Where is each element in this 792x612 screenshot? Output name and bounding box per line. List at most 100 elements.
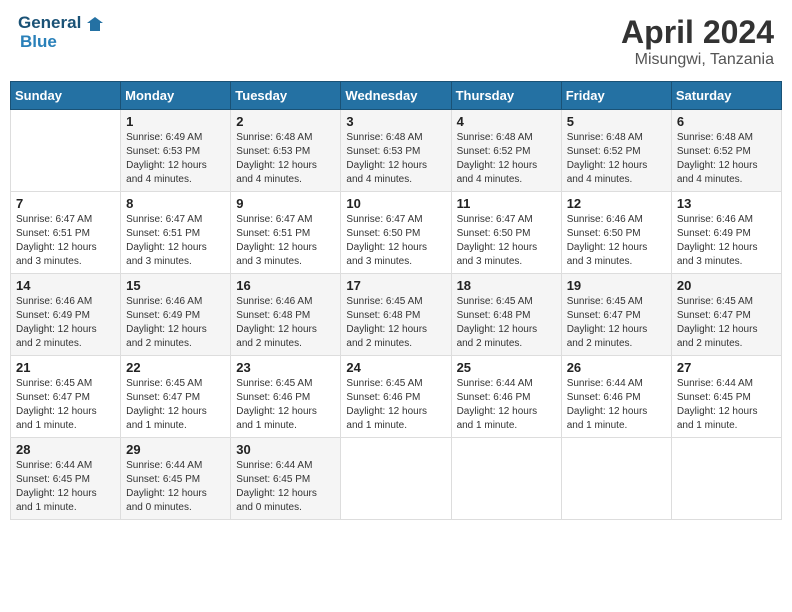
day-number: 22 [126,360,225,375]
day-info: Sunrise: 6:45 AM Sunset: 6:47 PM Dayligh… [567,295,666,351]
calendar-week-row: 28 Sunrise: 6:44 AM Sunset: 6:45 PM Dayli… [11,438,782,520]
calendar-cell [561,438,671,520]
day-info: Sunrise: 6:44 AM Sunset: 6:46 PM Dayligh… [567,377,666,433]
day-number: 4 [457,114,556,129]
day-number: 14 [16,278,115,293]
calendar-cell: 27Sunrise: 6:44 AM Sunset: 6:45 PM Dayli… [671,356,781,438]
day-info: Sunrise: 6:45 AM Sunset: 6:48 PM Dayligh… [346,295,445,351]
day-info: Sunrise: 6:48 AM Sunset: 6:52 PM Dayligh… [677,131,776,187]
logo: General Blue [18,14,104,51]
day-number: 25 [457,360,556,375]
day-info: Sunrise: 6:44 AM Sunset: 6:45 PM Dayligh… [126,459,225,515]
day-info: Sunrise: 6:46 AM Sunset: 6:49 PM Dayligh… [677,213,776,269]
day-number: 18 [457,278,556,293]
calendar-cell: 17 Sunrise: 6:45 AM Sunset: 6:48 PM Dayli… [341,274,451,356]
calendar-cell: 9Sunrise: 6:47 AM Sunset: 6:51 PM Daylig… [231,192,341,274]
day-number: 11 [457,196,556,211]
day-number: 24 [346,360,445,375]
calendar-cell [671,438,781,520]
calendar-cell: 14Sunrise: 6:46 AM Sunset: 6:49 PM Dayli… [11,274,121,356]
day-info: Sunrise: 6:44 AM Sunset: 6:45 PM Dayligh… [677,377,776,433]
day-info: Sunrise: 6:46 AM Sunset: 6:50 PM Dayligh… [567,213,666,269]
day-number: 21 [16,360,115,375]
calendar-cell: 19 Sunrise: 6:45 AM Sunset: 6:47 PM Dayli… [561,274,671,356]
day-number: 1 [126,114,225,129]
header-wednesday: Wednesday [341,82,451,110]
calendar-week-row: 14 Sunrise: 6:46 AM Sunset: 6:49 PM Dayli… [11,274,782,356]
calendar-title: April 2024 [621,14,774,51]
calendar-cell: 26 Sunrise: 6:44 AM Sunset: 6:46 PM Dayli… [561,356,671,438]
day-number: 8 [126,196,225,211]
calendar-cell: 24 Sunrise: 6:45 AM Sunset: 6:46 PM Dayli… [341,356,451,438]
day-info: Sunrise: 6:48 AM Sunset: 6:53 PM Dayligh… [236,131,335,187]
calendar-cell: 23Sunrise: 6:45 AM Sunset: 6:46 PM Dayli… [231,356,341,438]
calendar-cell: 15 Sunrise: 6:46 AM Sunset: 6:49 PM Dayli… [121,274,231,356]
calendar-cell: 10 Sunrise: 6:47 AM Sunset: 6:50 PM Dayli… [341,192,451,274]
calendar-header-row: Sunday Monday Tuesday Wednesday Thursday… [11,82,782,110]
calendar-cell: 6 Sunrise: 6:48 AM Sunset: 6:52 PM Daylig… [671,110,781,192]
day-info: Sunrise: 6:45 AM Sunset: 6:47 PM Dayligh… [677,295,776,351]
calendar-cell: 3 Sunrise: 6:48 AM Sunset: 6:53 PM Daylig… [341,110,451,192]
calendar-cell: 22 Sunrise: 6:45 AM Sunset: 6:47 PM Dayli… [121,356,231,438]
day-number: 16 [236,278,335,293]
calendar-subtitle: Misungwi, Tanzania [621,51,774,69]
day-info: Sunrise: 6:45 AM Sunset: 6:47 PM Dayligh… [126,377,225,433]
day-number: 17 [346,278,445,293]
calendar-cell: 25Sunrise: 6:44 AM Sunset: 6:46 PM Dayli… [451,356,561,438]
calendar-cell: 2Sunrise: 6:48 AM Sunset: 6:53 PM Daylig… [231,110,341,192]
day-info: Sunrise: 6:48 AM Sunset: 6:52 PM Dayligh… [457,131,556,187]
day-number: 13 [677,196,776,211]
day-info: Sunrise: 6:48 AM Sunset: 6:53 PM Dayligh… [346,131,445,187]
header-sunday: Sunday [11,82,121,110]
calendar-cell [11,110,121,192]
day-info: Sunrise: 6:45 AM Sunset: 6:48 PM Dayligh… [457,295,556,351]
day-number: 29 [126,442,225,457]
header-friday: Friday [561,82,671,110]
day-info: Sunrise: 6:46 AM Sunset: 6:49 PM Dayligh… [126,295,225,351]
day-info: Sunrise: 6:49 AM Sunset: 6:53 PM Dayligh… [126,131,225,187]
day-info: Sunrise: 6:48 AM Sunset: 6:52 PM Dayligh… [567,131,666,187]
day-number: 19 [567,278,666,293]
calendar-cell: 28 Sunrise: 6:44 AM Sunset: 6:45 PM Dayli… [11,438,121,520]
calendar-cell: 29 Sunrise: 6:44 AM Sunset: 6:45 PM Dayli… [121,438,231,520]
calendar-cell: 18 Sunrise: 6:45 AM Sunset: 6:48 PM Dayli… [451,274,561,356]
day-number: 6 [677,114,776,129]
day-info: Sunrise: 6:45 AM Sunset: 6:47 PM Dayligh… [16,377,115,433]
calendar-cell [451,438,561,520]
day-info: Sunrise: 6:47 AM Sunset: 6:50 PM Dayligh… [346,213,445,269]
header-tuesday: Tuesday [231,82,341,110]
day-info: Sunrise: 6:47 AM Sunset: 6:51 PM Dayligh… [126,213,225,269]
calendar-cell: 21 Sunrise: 6:45 AM Sunset: 6:47 PM Dayli… [11,356,121,438]
calendar-table: Sunday Monday Tuesday Wednesday Thursday… [10,81,782,520]
header-thursday: Thursday [451,82,561,110]
day-number: 30 [236,442,335,457]
day-number: 28 [16,442,115,457]
calendar-cell: 11Sunrise: 6:47 AM Sunset: 6:50 PM Dayli… [451,192,561,274]
calendar-cell: 12 Sunrise: 6:46 AM Sunset: 6:50 PM Dayli… [561,192,671,274]
calendar-cell: 13 Sunrise: 6:46 AM Sunset: 6:49 PM Dayli… [671,192,781,274]
title-block: April 2024 Misungwi, Tanzania [621,14,774,69]
day-number: 5 [567,114,666,129]
calendar-cell: 7Sunrise: 6:47 AM Sunset: 6:51 PM Daylig… [11,192,121,274]
day-info: Sunrise: 6:45 AM Sunset: 6:46 PM Dayligh… [346,377,445,433]
calendar-cell: 30 Sunrise: 6:44 AM Sunset: 6:45 PM Dayli… [231,438,341,520]
day-info: Sunrise: 6:44 AM Sunset: 6:45 PM Dayligh… [236,459,335,515]
calendar-cell: 8 Sunrise: 6:47 AM Sunset: 6:51 PM Daylig… [121,192,231,274]
page-header: General Blue April 2024 Misungwi, Tanzan… [10,10,782,73]
header-saturday: Saturday [671,82,781,110]
day-number: 3 [346,114,445,129]
day-info: Sunrise: 6:45 AM Sunset: 6:46 PM Dayligh… [236,377,335,433]
day-number: 15 [126,278,225,293]
day-info: Sunrise: 6:46 AM Sunset: 6:48 PM Dayligh… [236,295,335,351]
day-info: Sunrise: 6:47 AM Sunset: 6:51 PM Dayligh… [16,213,115,269]
calendar-cell: 5 Sunrise: 6:48 AM Sunset: 6:52 PM Daylig… [561,110,671,192]
day-info: Sunrise: 6:47 AM Sunset: 6:51 PM Dayligh… [236,213,335,269]
day-number: 10 [346,196,445,211]
day-info: Sunrise: 6:44 AM Sunset: 6:45 PM Dayligh… [16,459,115,515]
day-number: 12 [567,196,666,211]
calendar-week-row: 21 Sunrise: 6:45 AM Sunset: 6:47 PM Dayli… [11,356,782,438]
calendar-cell: 4 Sunrise: 6:48 AM Sunset: 6:52 PM Daylig… [451,110,561,192]
day-number: 26 [567,360,666,375]
calendar-cell: 1 Sunrise: 6:49 AM Sunset: 6:53 PM Daylig… [121,110,231,192]
calendar-week-row: 7Sunrise: 6:47 AM Sunset: 6:51 PM Daylig… [11,192,782,274]
